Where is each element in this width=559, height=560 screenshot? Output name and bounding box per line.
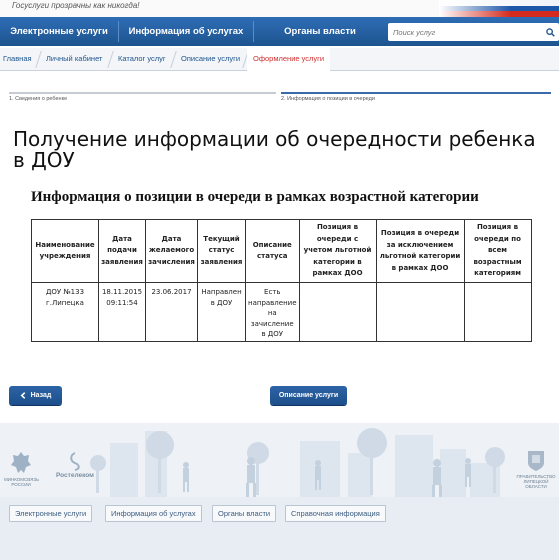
search-icon — [546, 27, 555, 37]
column-header: Дата подачи заявления — [98, 219, 146, 283]
table-cell: Есть направление на зачисление в ДОУ — [245, 282, 300, 342]
search-input[interactable] — [388, 23, 539, 41]
step-2-label: 2. Информация о позиции в очереди — [281, 96, 375, 102]
rostelecom-icon — [70, 452, 80, 471]
table-header-row: Наименование учреждения Дата подачи заяв… — [31, 219, 532, 283]
queue-table: Наименование учреждения Дата подачи заяв… — [31, 219, 532, 342]
table-cell — [375, 282, 465, 342]
city-illustration — [0, 423, 559, 560]
coat-of-arms-icon — [11, 452, 31, 473]
step-1-bar — [9, 92, 276, 94]
step-2-bar — [281, 92, 551, 94]
column-header: Позиция в очереди за исключением льготно… — [375, 219, 465, 283]
table-cell — [298, 282, 377, 342]
column-header: Позиция в очереди с учетом льготной кате… — [298, 219, 377, 283]
breadcrumb: Главная Личный кабинет Каталог услуг Опи… — [0, 48, 559, 72]
nav-service-info[interactable]: Информация об услугах — [119, 17, 253, 46]
minsvyaz-logo[interactable]: МИНКОМСВЯЗЬ РОССИИ — [4, 450, 40, 487]
footer-link-reference-info[interactable]: Справочная информация — [285, 505, 386, 522]
nav-authorities[interactable]: Органы власти — [254, 17, 386, 46]
search-button[interactable] — [542, 23, 559, 41]
column-header: Текущий статус заявления — [197, 219, 246, 283]
table-cell: Направлен в ДОУ — [197, 282, 246, 342]
breadcrumb-service-description[interactable]: Описание услуги — [181, 48, 240, 71]
section-title: Информация о позиции в очереди в рамках … — [31, 189, 479, 205]
table-cell — [463, 282, 532, 342]
footer-link-authorities[interactable]: Органы власти — [212, 505, 277, 522]
back-button[interactable]: Назад — [9, 386, 62, 405]
service-description-button[interactable]: Описание услуги — [270, 386, 347, 405]
slogan: Госуслуги прозрачны как никогда! — [12, 1, 140, 10]
column-header: Наименование учреждения — [31, 219, 99, 283]
rostelecom-logo-text: Ростелеком — [56, 472, 94, 479]
breadcrumb-catalog[interactable]: Каталог услуг — [118, 48, 166, 71]
footer-link-electronic-services[interactable]: Электронные услуги — [9, 505, 93, 522]
breadcrumb-home[interactable]: Главная — [3, 48, 32, 71]
service-description-label: Описание услуги — [278, 392, 339, 399]
minsvyaz-logo-text: МИНКОМСВЯЗЬ РОССИИ — [4, 477, 40, 487]
breadcrumb-divider — [107, 51, 114, 68]
breadcrumb-divider — [170, 51, 177, 68]
table-cell: 23.06.2017 — [145, 282, 198, 342]
chevron-left-icon — [20, 392, 25, 399]
top-strip: Госуслуги прозрачны как никогда! — [0, 0, 559, 17]
breadcrumb-current: Оформление услуги — [247, 48, 331, 72]
footer-link-service-info[interactable]: Информация об услугах — [105, 505, 202, 522]
footer: МИНКОМСВЯЗЬ РОССИИ Ростелеком ПРАВИТЕЛЬС… — [0, 423, 559, 560]
table-cell: ДОУ №133 г.Липецка — [31, 282, 99, 342]
main-nav: Электронные услуги Информация об услугах… — [0, 17, 559, 46]
back-button-label: Назад — [30, 392, 52, 399]
search-box — [388, 23, 559, 41]
page-title: Получение информации об очередности ребе… — [13, 127, 536, 172]
lipetsk-emblem-icon — [528, 451, 544, 471]
table-row: ДОУ №133 г.Липецка 18.11.2015 09:11:54 2… — [31, 282, 532, 342]
flag-decoration — [439, 0, 559, 17]
rostelecom-logo[interactable]: Ростелеком — [50, 451, 100, 479]
breadcrumb-account[interactable]: Личный кабинет — [46, 48, 102, 71]
column-header: Описание статуса — [245, 219, 300, 283]
column-header: Дата желаемого зачисления — [145, 219, 198, 283]
lipetsk-logo-text: ПРАВИТЕЛЬСТВО ЛИПЕЦКОЙ ОБЛАСТИ — [516, 474, 556, 489]
table-cell: 18.11.2015 09:11:54 — [98, 282, 146, 342]
breadcrumb-divider — [35, 51, 42, 68]
step-1-label: 1. Сведения о ребенке — [9, 96, 68, 102]
lipetsk-government-logo[interactable]: ПРАВИТЕЛЬСТВО ЛИПЕЦКОЙ ОБЛАСТИ — [514, 449, 558, 489]
nav-electronic-services[interactable]: Электронные услуги — [0, 17, 118, 46]
column-header: Позиция в очереди по всем возрастным кат… — [463, 219, 532, 283]
